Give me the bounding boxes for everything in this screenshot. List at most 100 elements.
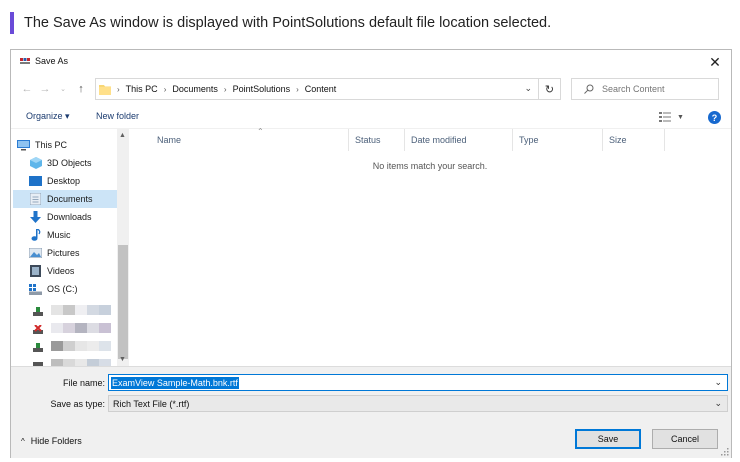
address-bar[interactable]: › This PC › Documents › PointSolutions ›… [95, 78, 539, 100]
resize-grip-icon[interactable] [721, 448, 729, 456]
back-button[interactable]: ← [19, 80, 35, 98]
chevron-down-icon: ⌄ [60, 86, 66, 93]
navigation-row: ← → ⌄ ↑ › This PC › Documents › PointSol… [11, 78, 731, 100]
save-button[interactable]: Save [575, 429, 641, 449]
file-name-label: File name: [62, 378, 105, 388]
nav-label: Desktop [47, 176, 81, 186]
search-icon [584, 84, 594, 94]
cancel-button[interactable]: Cancel [652, 429, 718, 449]
file-name-value: ExamView Sample-Math.bnk.rtf [111, 376, 239, 389]
documents-icon [29, 193, 42, 205]
nav-item-documents[interactable]: Documents [13, 190, 117, 208]
breadcrumb-pointsolutions[interactable]: PointSolutions [233, 84, 291, 94]
save-as-type-select[interactable]: Rich Text File (*.rtf) ⌄ [108, 395, 728, 412]
network-drive-icon [33, 307, 43, 316]
close-button[interactable]: ✕ [699, 50, 731, 74]
caption-accent-bar [10, 12, 14, 34]
nav-label: Documents [47, 194, 93, 204]
scrollbar-thumb[interactable] [118, 245, 128, 359]
breadcrumb-separator: › [223, 84, 227, 94]
new-folder-button[interactable]: New folder [96, 111, 139, 121]
back-arrow-icon: ← [21, 83, 33, 95]
toolbar: Organize ▾ New folder ▼ ? [11, 108, 731, 126]
navigation-pane: This PC 3D Objects Desktop Documents Dow… [11, 129, 129, 367]
view-list-icon [659, 112, 671, 122]
organize-menu[interactable]: Organize ▾ [26, 111, 70, 122]
scroll-up-icon[interactable]: ▲ [119, 132, 126, 139]
chevron-up-icon: ^ [21, 436, 25, 446]
nav-item-desktop[interactable]: Desktop [13, 172, 117, 190]
address-dropdown-icon[interactable]: ⌄ [524, 83, 532, 94]
column-label: Size [609, 135, 627, 145]
save-as-type-label: Save as type: [50, 399, 105, 409]
browser-body: This PC 3D Objects Desktop Documents Dow… [11, 127, 731, 367]
breadcrumb-content[interactable]: Content [305, 84, 337, 94]
breadcrumb-separator: › [117, 84, 120, 94]
nav-scrollbar[interactable]: ▲ ▼ [117, 129, 129, 367]
view-dropdown-icon: ▼ [677, 113, 684, 121]
pictures-icon [29, 247, 42, 259]
caption: The Save As window is displayed with Poi… [10, 11, 551, 35]
nav-item-this-pc[interactable]: This PC [13, 136, 117, 154]
view-options-button[interactable]: ▼ [659, 111, 685, 123]
forward-button[interactable]: → [37, 80, 53, 98]
column-label: Type [519, 135, 539, 145]
nav-item-music[interactable]: Music [13, 226, 117, 244]
help-icon: ? [711, 112, 718, 123]
search-box[interactable]: Search Content [571, 78, 719, 100]
caption-text: The Save As window is displayed with Poi… [24, 15, 552, 31]
nav-item-downloads[interactable]: Downloads [13, 208, 117, 226]
refresh-button[interactable]: ↻ [539, 78, 561, 100]
column-label: Name [157, 135, 182, 145]
save-as-dialog: Save As ✕ ← → ⌄ ↑ › This PC › Documents … [10, 49, 732, 458]
close-icon: ✕ [709, 53, 721, 70]
file-list-pane: Name ⌃ Status Date modified Type Size No… [129, 127, 731, 367]
file-name-dropdown-icon[interactable]: ⌄ [714, 377, 722, 388]
nav-label: Downloads [47, 212, 92, 222]
sort-up-icon: ⌃ [257, 127, 264, 136]
desktop-icon [29, 175, 42, 187]
nav-item-pictures[interactable]: Pictures [13, 244, 117, 262]
nav-label: 3D Objects [47, 158, 92, 168]
search-placeholder: Search Content [602, 84, 665, 94]
column-header-status[interactable]: Status [349, 129, 405, 151]
nav-item-os-c[interactable]: OS (C:) [13, 280, 117, 298]
up-button[interactable]: ↑ [73, 80, 89, 98]
help-button[interactable]: ? [708, 111, 721, 124]
nav-item-3d-objects[interactable]: 3D Objects [13, 154, 117, 172]
scroll-down-icon[interactable]: ▼ [119, 356, 126, 363]
empty-message: No items match your search. [372, 161, 488, 171]
hide-folders-label: Hide Folders [30, 436, 82, 446]
folder-icon [99, 84, 111, 95]
nav-item-videos[interactable]: Videos [13, 262, 117, 280]
downloads-icon [29, 211, 42, 223]
file-name-input[interactable]: ExamView Sample-Math.bnk.rtf ⌄ [108, 374, 728, 391]
title-bar: Save As ✕ [11, 50, 731, 74]
save-as-type-value: Rich Text File (*.rtf) [113, 398, 190, 409]
app-icon [20, 58, 30, 65]
column-header-name[interactable]: Name ⌃ [149, 127, 349, 151]
drive-icon [29, 283, 42, 295]
save-options-panel: File name: ExamView Sample-Math.bnk.rtf … [11, 366, 731, 458]
breadcrumb-separator: › [296, 84, 299, 94]
nav-label: Music [47, 230, 71, 240]
hide-folders-button[interactable]: ^ Hide Folders [21, 436, 82, 446]
recent-locations-button[interactable]: ⌄ [55, 80, 71, 98]
nav-label: Pictures [47, 248, 80, 258]
forward-arrow-icon: → [39, 83, 51, 95]
up-arrow-icon: ↑ [78, 83, 84, 95]
breadcrumb-separator: › [163, 84, 167, 94]
refresh-icon: ↻ [544, 83, 555, 96]
network-drive-icon [33, 343, 43, 352]
3d-objects-icon [29, 157, 42, 169]
breadcrumb-documents[interactable]: Documents [172, 84, 218, 94]
nav-label: OS (C:) [47, 284, 78, 294]
column-header-size[interactable]: Size [603, 129, 665, 151]
videos-icon [29, 265, 42, 277]
column-header-date-modified[interactable]: Date modified [405, 129, 513, 151]
column-label: Date modified [411, 135, 467, 145]
save-as-type-dropdown-icon: ⌄ [714, 398, 722, 408]
column-header-type[interactable]: Type [513, 129, 603, 151]
disconnected-drive-icon [33, 325, 43, 334]
breadcrumb-this-pc[interactable]: This PC [126, 84, 158, 94]
